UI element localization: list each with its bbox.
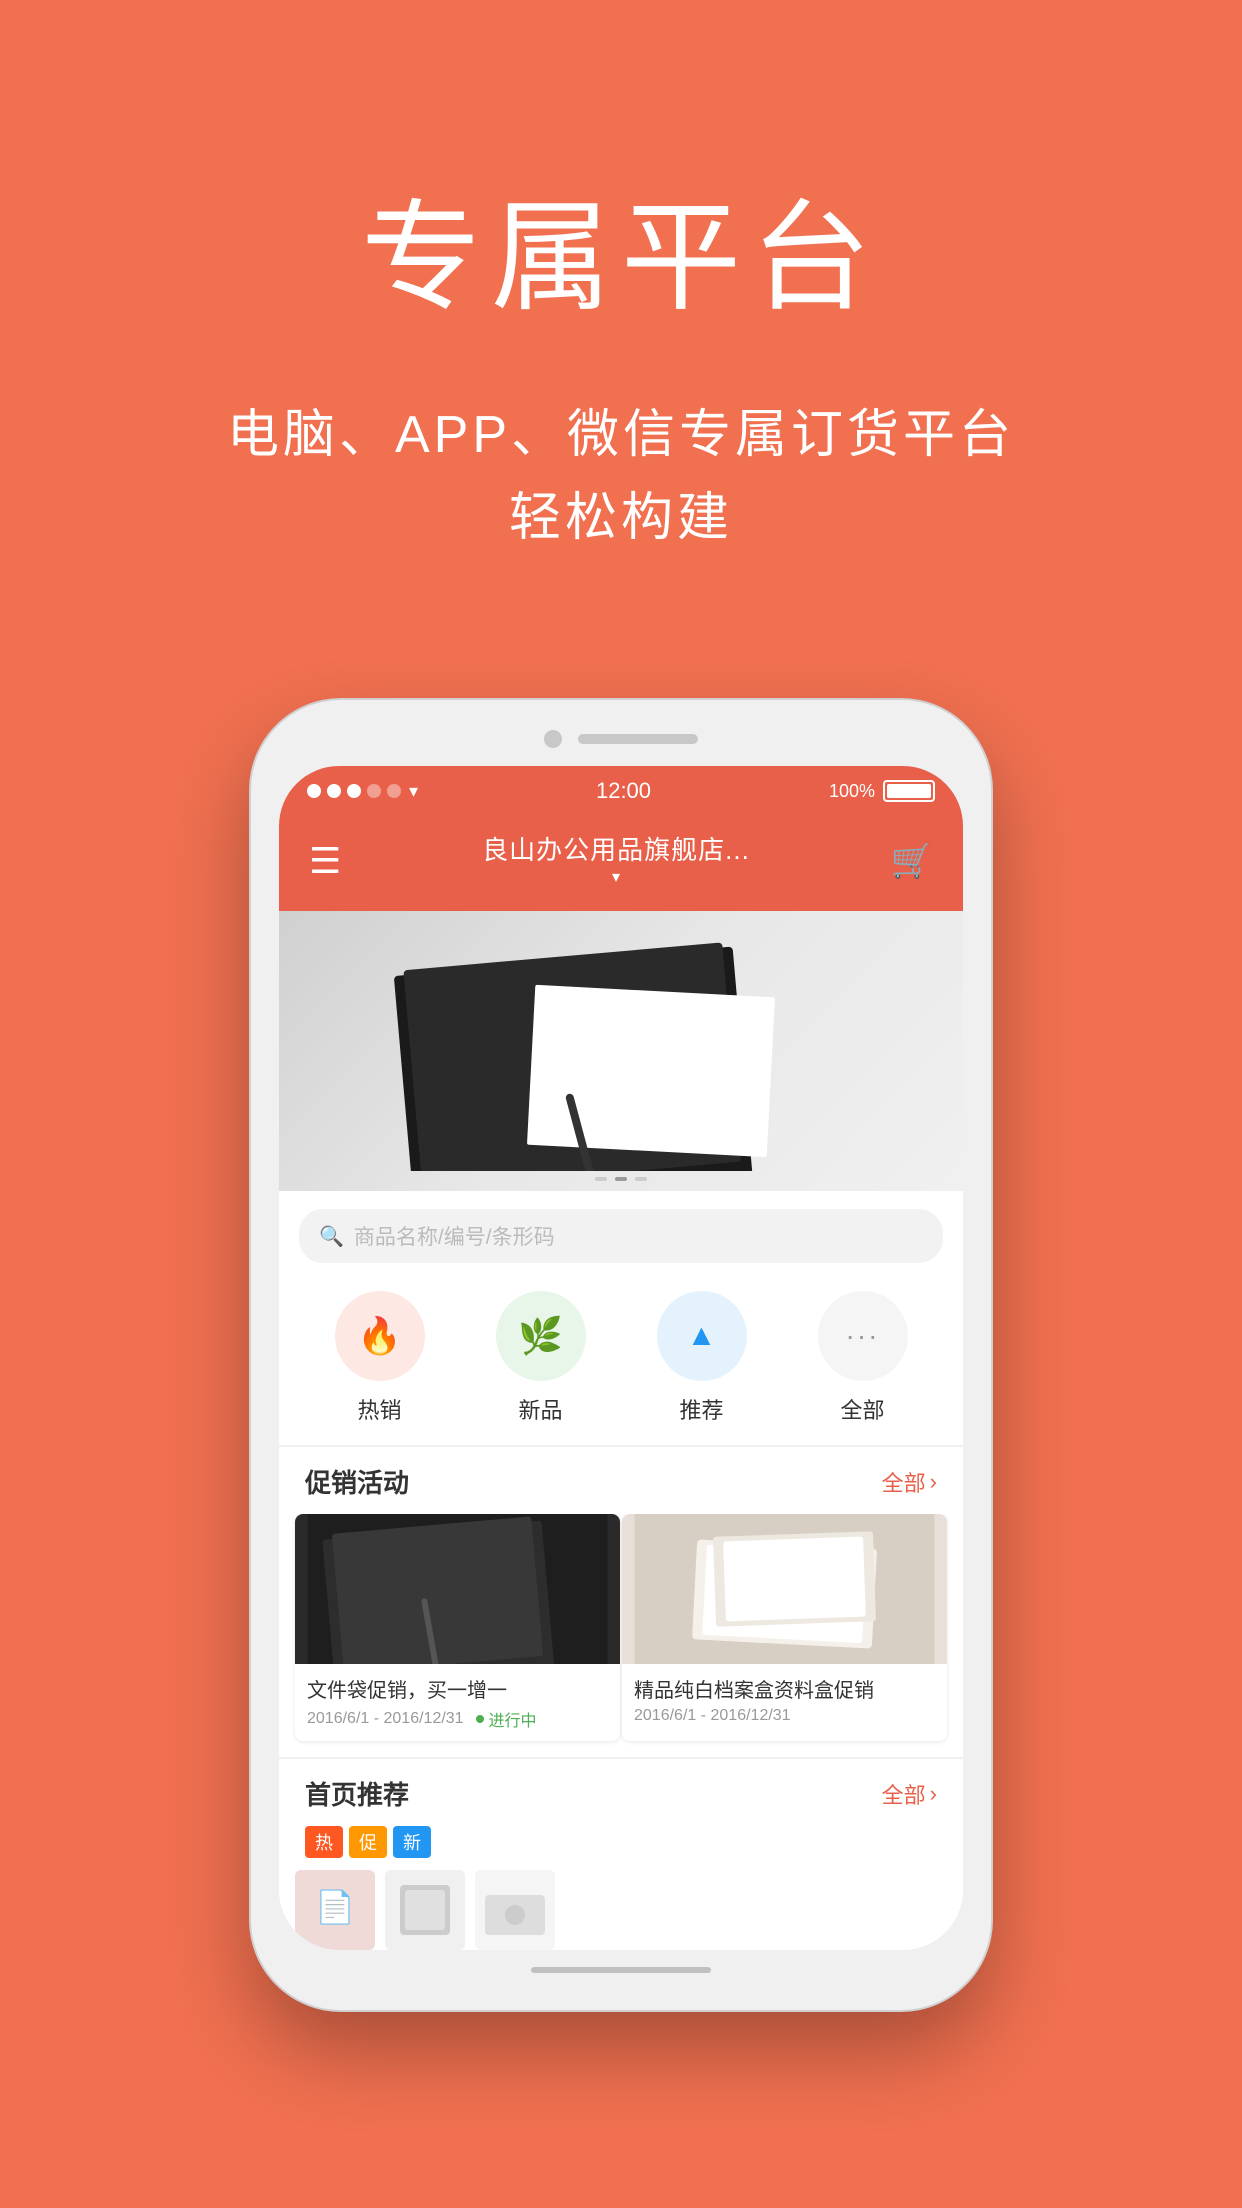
category-all[interactable]: ··· 全部 (818, 1291, 908, 1425)
signal-dots (307, 784, 401, 798)
promo-card-1[interactable]: 文件袋促销，买一增一 2016/6/1 - 2016/12/31 进行中 (295, 1514, 620, 1741)
nav-center: 良山办公用品旗舰店... ▾ (482, 830, 750, 891)
dropdown-arrow[interactable]: ▾ (482, 867, 750, 891)
new-icon-circle: 🌿 (496, 1291, 586, 1381)
menu-icon[interactable]: ☰ (309, 840, 341, 882)
banner-indicators (595, 1177, 647, 1181)
hot-icon: 🔥 (357, 1315, 402, 1357)
signal-dot-5 (387, 784, 401, 798)
banner-section[interactable] (279, 911, 963, 1191)
battery-fill (887, 784, 931, 798)
signal-dot-1 (307, 784, 321, 798)
hero-title: 专属平台 (60, 160, 1182, 334)
promo-name-1: 文件袋促销，买一增一 (307, 1674, 608, 1703)
category-grid: 🔥 热销 🌿 新品 ▲ 推荐 (279, 1281, 963, 1445)
new-tag: 新 (393, 1826, 431, 1858)
all-icon-circle: ··· (818, 1291, 908, 1381)
status-time: 12:00 (596, 778, 651, 804)
promo-illustration-1 (295, 1514, 620, 1664)
phone-top-details (279, 730, 963, 748)
banner-dot-3 (635, 1177, 647, 1181)
promo-more-button[interactable]: 全部 › (882, 1466, 937, 1498)
rec-chevron-right-icon: › (930, 1781, 937, 1807)
battery-percentage: 100% (829, 781, 875, 802)
status-left: ▾ (307, 781, 418, 802)
recommended-section: 首页推荐 全部 › 热 促 新 📄 (279, 1757, 963, 1950)
promo-img-2 (622, 1514, 947, 1664)
wifi-icon: ▾ (409, 781, 418, 802)
product-thumb-3[interactable] (475, 1870, 555, 1950)
category-new[interactable]: 🌿 新品 (496, 1291, 586, 1425)
hero-subtitle-line2: 轻松构建 (509, 489, 733, 547)
nav-title: 良山办公用品旗舰店... (482, 830, 750, 867)
promo-header: 促销活动 全部 › (279, 1446, 963, 1514)
leaf-icon: 🌿 (518, 1315, 563, 1357)
hot-label: 热销 (357, 1393, 401, 1425)
phone-screen: ▾ 12:00 100% ☰ 良山办公用品旗舰店... ▾ 🛒 (279, 766, 963, 1950)
promo-tag: 促 (349, 1826, 387, 1858)
promo-info-2: 精品纯白档案盒资料盒促销 2016/6/1 - 2016/12/31 (622, 1664, 947, 1735)
promo-date-2: 2016/6/1 - 2016/12/31 (634, 1707, 935, 1725)
banner-dot-1 (595, 1177, 607, 1181)
hero-subtitle: 电脑、APP、微信专属订货平台 轻松构建 (60, 394, 1182, 560)
promo-section: 促销活动 全部 › (279, 1445, 963, 1757)
rec-header: 首页推荐 全部 › (279, 1758, 963, 1826)
promo-title: 促销活动 (305, 1463, 409, 1500)
hero-section: 专属平台 电脑、APP、微信专属订货平台 轻松构建 (0, 0, 1242, 640)
chevron-right-icon: › (930, 1469, 937, 1495)
promo-card-2[interactable]: 精品纯白档案盒资料盒促销 2016/6/1 - 2016/12/31 (622, 1514, 947, 1741)
rec-label: 推荐 (679, 1393, 723, 1425)
category-rec[interactable]: ▲ 推荐 (657, 1291, 747, 1425)
dots-icon: ··· (846, 1320, 880, 1352)
rec-more-button[interactable]: 全部 › (882, 1778, 937, 1810)
hot-tag: 热 (305, 1826, 343, 1858)
search-icon: 🔍 (319, 1224, 344, 1249)
notebook-illustration (371, 931, 871, 1171)
products-row: 📄 (279, 1870, 963, 1950)
status-green-dot-1 (476, 1715, 484, 1723)
rec-title: 首页推荐 (305, 1775, 409, 1812)
phone-mockup: ▾ 12:00 100% ☰ 良山办公用品旗舰店... ▾ 🛒 (251, 700, 991, 2010)
status-right: 100% (829, 780, 935, 802)
signal-dot-2 (327, 784, 341, 798)
phone-bottom (279, 1950, 963, 1980)
promo-name-2: 精品纯白档案盒资料盒促销 (634, 1674, 935, 1703)
search-placeholder-text: 商品名称/编号/条形码 (354, 1221, 555, 1251)
signal-dot-4 (367, 784, 381, 798)
banner-dot-2 (615, 1177, 627, 1181)
status-bar: ▾ 12:00 100% (279, 766, 963, 814)
front-camera (544, 730, 562, 748)
search-bar[interactable]: 🔍 商品名称/编号/条形码 (299, 1209, 943, 1263)
promo-illustration-2 (622, 1514, 947, 1664)
app-navbar: ☰ 良山办公用品旗舰店... ▾ 🛒 (279, 814, 963, 911)
category-hot[interactable]: 🔥 热销 (335, 1291, 425, 1425)
signal-dot-3 (347, 784, 361, 798)
svg-text:📄: 📄 (315, 1889, 355, 1925)
product-tags-row: 热 促 新 (279, 1826, 963, 1870)
hero-subtitle-line1: 电脑、APP、微信专属订货平台 (227, 406, 1015, 464)
promo-cards-container: 文件袋促销，买一增一 2016/6/1 - 2016/12/31 进行中 (279, 1514, 963, 1757)
battery-bar (883, 780, 935, 802)
home-indicator (531, 1967, 711, 1973)
all-label: 全部 (840, 1393, 884, 1425)
phone-speaker (578, 734, 698, 744)
triangle-icon: ▲ (687, 1319, 717, 1353)
hot-icon-circle: 🔥 (335, 1291, 425, 1381)
phone-container: ▾ 12:00 100% ☰ 良山办公用品旗舰店... ▾ 🛒 (0, 640, 1242, 2010)
banner-image (279, 911, 963, 1191)
promo-status-1: 进行中 (468, 1707, 536, 1731)
promo-info-1: 文件袋促销，买一增一 2016/6/1 - 2016/12/31 进行中 (295, 1664, 620, 1741)
product-thumb-1[interactable]: 📄 (295, 1870, 375, 1950)
promo-date-1: 2016/6/1 - 2016/12/31 进行中 (307, 1707, 608, 1731)
rec-icon-circle: ▲ (657, 1291, 747, 1381)
product-thumb-2[interactable] (385, 1870, 465, 1950)
promo-img-1 (295, 1514, 620, 1664)
cart-icon[interactable]: 🛒 (891, 841, 933, 881)
new-label: 新品 (518, 1393, 562, 1425)
